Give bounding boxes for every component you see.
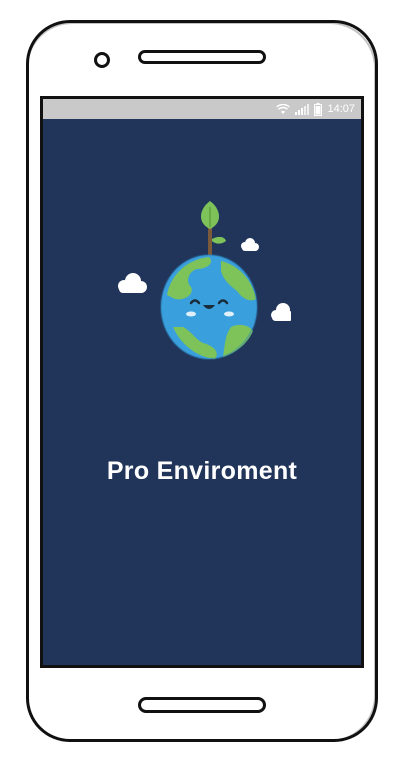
wifi-icon xyxy=(276,103,291,114)
battery-icon xyxy=(314,102,323,116)
home-button[interactable] xyxy=(138,697,266,713)
front-camera xyxy=(94,52,110,68)
cloud-icon xyxy=(271,303,291,321)
status-time: 14:07 xyxy=(327,103,355,115)
cloud-icon xyxy=(241,238,259,251)
app-title: Pro Enviroment xyxy=(106,457,298,485)
earpiece-speaker xyxy=(138,50,266,64)
device-mockup: 14:07 Pro Enviroment xyxy=(0,0,420,768)
cloud-icon xyxy=(118,273,147,293)
earth-with-sprout-icon xyxy=(118,201,291,360)
splash-screen: 14:07 Pro Enviroment xyxy=(40,96,364,668)
status-bar: 14:07 xyxy=(43,99,361,119)
signal-icon xyxy=(295,103,310,115)
